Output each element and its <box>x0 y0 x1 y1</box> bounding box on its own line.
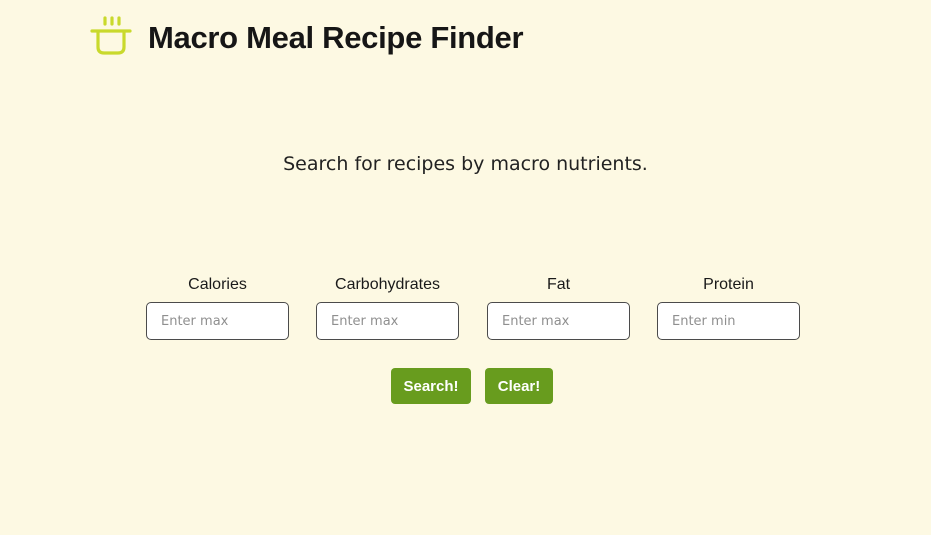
app-title: Macro Meal Recipe Finder <box>148 19 524 55</box>
app-header: Macro Meal Recipe Finder <box>90 16 524 58</box>
clear-button[interactable]: Clear! <box>485 368 553 404</box>
calories-field-group: Calories <box>146 276 289 340</box>
search-button[interactable]: Search! <box>391 368 471 404</box>
fat-label: Fat <box>546 276 571 293</box>
carbohydrates-input[interactable] <box>316 302 459 340</box>
fat-field-group: Fat <box>487 276 630 340</box>
pot-icon <box>90 16 132 55</box>
calories-input[interactable] <box>146 302 289 340</box>
carbohydrates-field-group: Carbohydrates <box>316 276 459 340</box>
protein-input[interactable] <box>657 302 800 340</box>
calories-label: Calories <box>188 276 247 293</box>
protein-label: Protein <box>703 276 754 293</box>
fat-input[interactable] <box>487 302 630 340</box>
carbohydrates-label: Carbohydrates <box>335 276 440 293</box>
intro-text: Search for recipes by macro nutrients. <box>283 153 648 175</box>
protein-field-group: Protein <box>657 276 800 340</box>
